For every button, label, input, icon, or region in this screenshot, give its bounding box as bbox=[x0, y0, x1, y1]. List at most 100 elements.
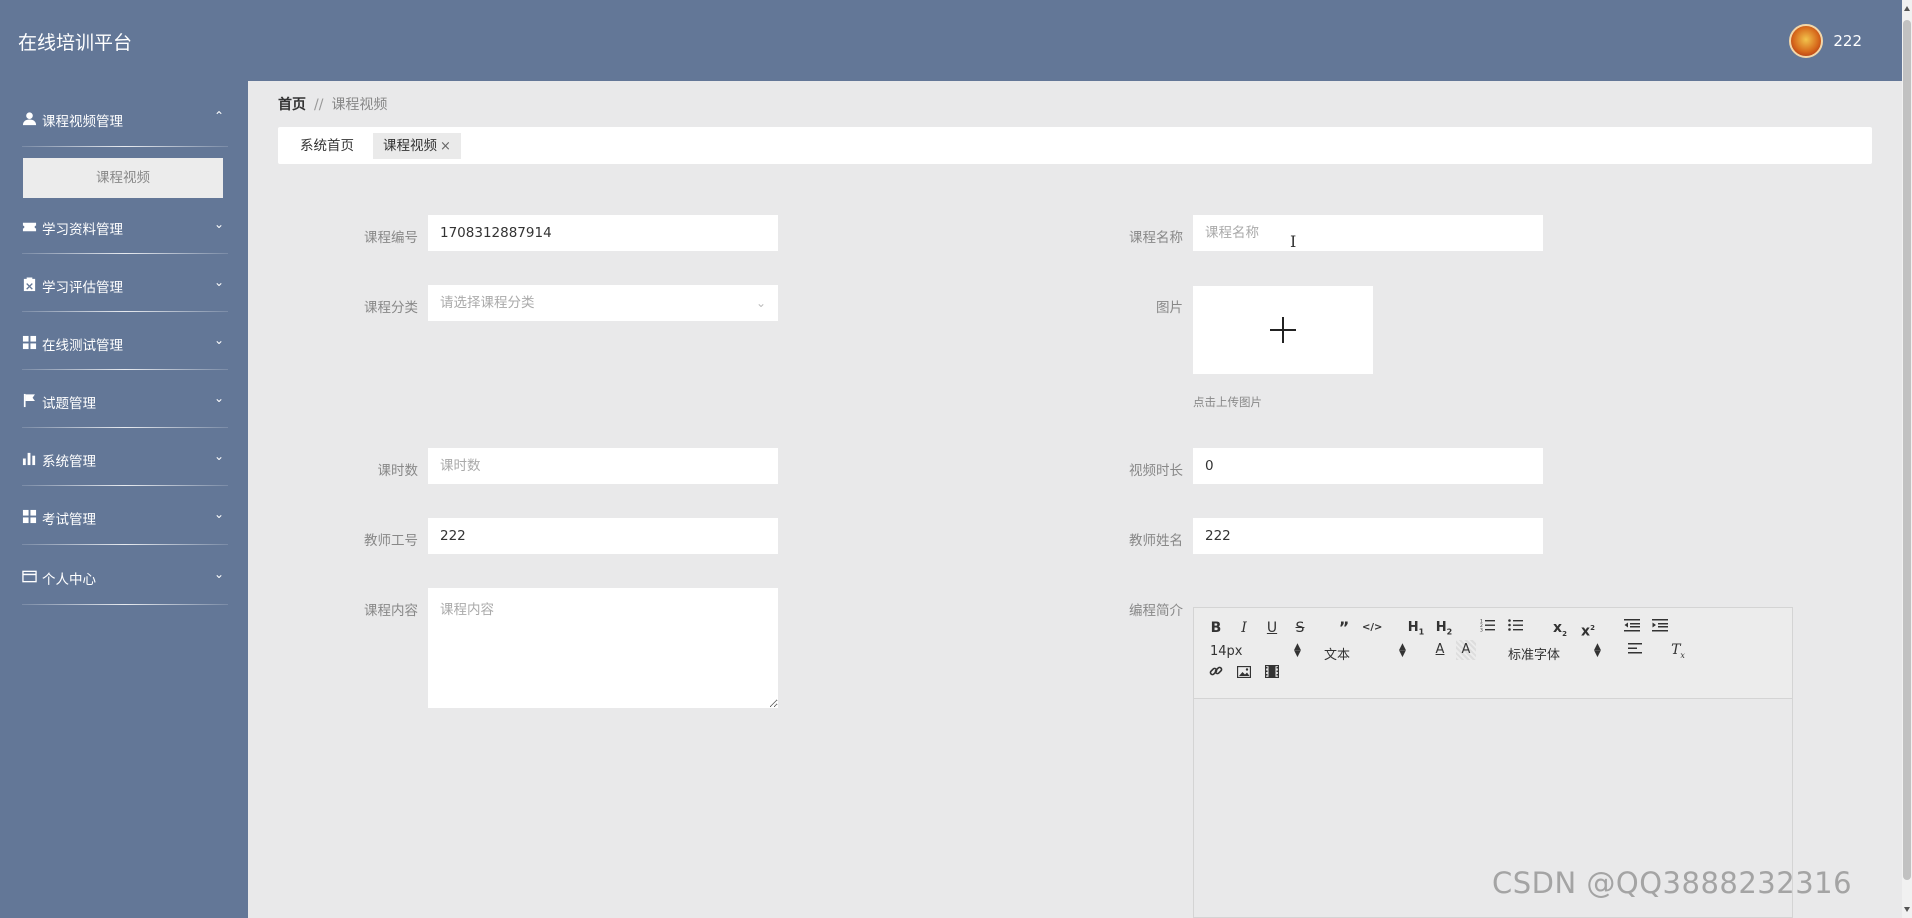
svg-text:3: 3 bbox=[1480, 628, 1483, 633]
course-name-input[interactable] bbox=[1193, 215, 1543, 251]
sidebar-item-label: 课程视频管理 bbox=[42, 114, 123, 130]
chevron-down-icon: ⌄ bbox=[214, 449, 225, 463]
category-label: 课程分类 bbox=[364, 300, 418, 316]
indent-icon[interactable] bbox=[1650, 618, 1670, 638]
menu-divider bbox=[22, 544, 228, 545]
menu-divider bbox=[22, 253, 228, 254]
teacher-id-input[interactable] bbox=[428, 518, 778, 554]
user-name[interactable]: 222 bbox=[1833, 32, 1862, 50]
bullet-list-icon[interactable] bbox=[1506, 618, 1526, 638]
video-length-label: 视频时长 bbox=[1129, 463, 1183, 479]
user-menu[interactable]: 222 bbox=[1789, 24, 1862, 58]
content-label: 课程内容 bbox=[364, 603, 418, 619]
sidebar-item-online-test[interactable]: 在线测试管理 ⌄ bbox=[0, 321, 248, 365]
sort-arrows-icon: ▲ ▼ bbox=[1594, 642, 1601, 659]
tabs-bar: 系统首页 课程视频 × bbox=[278, 127, 1872, 164]
code-block-icon[interactable]: </> bbox=[1362, 618, 1382, 638]
tab-course-video[interactable]: 课程视频 × bbox=[373, 133, 461, 159]
submenu-item-course-video[interactable]: 课程视频 bbox=[23, 158, 223, 198]
menu-divider bbox=[22, 604, 228, 605]
outdent-icon[interactable] bbox=[1622, 618, 1642, 638]
strikethrough-icon[interactable]: S bbox=[1290, 618, 1310, 638]
scroll-up-arrow-icon[interactable] bbox=[1904, 6, 1910, 11]
lessons-label: 课时数 bbox=[377, 463, 419, 479]
image-label: 图片 bbox=[1156, 300, 1183, 316]
tab-system-home[interactable]: 系统首页 bbox=[290, 133, 364, 159]
breadcrumb: 首页 // 课程视频 bbox=[278, 94, 387, 114]
ordered-list-icon[interactable]: 123 bbox=[1478, 618, 1498, 638]
user-icon bbox=[22, 112, 37, 126]
chevron-down-icon: ⌄ bbox=[214, 217, 225, 231]
sidebar-item-course-video[interactable]: 课程视频管理 ⌃ bbox=[0, 97, 248, 141]
chevron-down-icon: ⌄ bbox=[214, 333, 225, 347]
heading-2-icon[interactable]: H2 bbox=[1434, 618, 1454, 638]
clipboard-icon bbox=[23, 277, 36, 292]
sidebar-item-study-materials[interactable]: 学习资料管理 ⌄ bbox=[0, 205, 248, 249]
sidebar-item-label: 试题管理 bbox=[42, 396, 96, 412]
plus-icon-vertical bbox=[1282, 317, 1284, 343]
chevron-down-icon: ⌄ bbox=[214, 391, 225, 405]
clear-format-icon[interactable]: Tx bbox=[1668, 640, 1688, 660]
menu-divider bbox=[22, 369, 228, 370]
bold-icon[interactable]: B bbox=[1206, 618, 1226, 638]
content-textarea[interactable] bbox=[428, 588, 778, 708]
sidebar-item-label: 考试管理 bbox=[42, 512, 96, 528]
intro-label: 编程简介 bbox=[1129, 603, 1183, 619]
block-format-select[interactable]: 文本 bbox=[1324, 644, 1350, 663]
tab-label: 课程视频 bbox=[383, 138, 437, 154]
page-scrollbar[interactable] bbox=[1902, 0, 1912, 918]
font-family-select[interactable]: 标准字体 bbox=[1508, 644, 1560, 663]
subscript-icon[interactable]: x2 bbox=[1550, 618, 1570, 638]
blockquote-icon[interactable]: ” bbox=[1334, 618, 1354, 638]
menu-divider bbox=[22, 485, 228, 486]
course-no-input[interactable] bbox=[428, 215, 778, 251]
menu-divider bbox=[22, 427, 228, 428]
close-icon[interactable]: × bbox=[440, 139, 451, 154]
font-color-icon[interactable]: A bbox=[1430, 640, 1450, 660]
breadcrumb-home[interactable]: 首页 bbox=[278, 97, 306, 113]
grid-icon bbox=[22, 509, 37, 524]
underline-icon[interactable]: U bbox=[1262, 618, 1282, 638]
heading-1-icon[interactable]: H1 bbox=[1406, 618, 1426, 638]
align-left-icon[interactable] bbox=[1626, 641, 1646, 661]
chevron-down-icon: ⌄ bbox=[214, 275, 225, 289]
video-length-input[interactable] bbox=[1193, 448, 1543, 484]
sidebar-item-system[interactable]: 系统管理 ⌄ bbox=[0, 437, 248, 481]
scroll-thumb[interactable] bbox=[1903, 20, 1911, 880]
text-cursor-icon: I bbox=[1290, 232, 1297, 251]
sidebar-item-label: 学习资料管理 bbox=[42, 222, 123, 238]
tab-label: 系统首页 bbox=[300, 138, 354, 154]
course-name-label: 课程名称 bbox=[1129, 230, 1183, 246]
image-upload-button[interactable] bbox=[1193, 286, 1373, 374]
sidebar-item-label: 在线测试管理 bbox=[42, 338, 123, 354]
app-title: 在线培训平台 bbox=[18, 32, 133, 54]
teacher-id-label: 教师工号 bbox=[364, 533, 418, 549]
link-icon[interactable] bbox=[1206, 664, 1226, 684]
chevron-down-icon: ⌄ bbox=[214, 567, 225, 581]
scroll-down-arrow-icon[interactable] bbox=[1904, 907, 1910, 912]
breadcrumb-separator: // bbox=[314, 97, 324, 113]
sidebar-item-label: 学习评估管理 bbox=[42, 280, 123, 296]
font-size-select[interactable]: 14px bbox=[1210, 644, 1243, 659]
sidebar-item-questions[interactable]: 试题管理 ⌄ bbox=[0, 379, 248, 423]
sidebar-item-study-evaluation[interactable]: 学习评估管理 ⌄ bbox=[0, 263, 248, 307]
image-icon[interactable] bbox=[1234, 664, 1254, 684]
sidebar-item-label: 系统管理 bbox=[42, 454, 96, 470]
italic-icon[interactable]: I bbox=[1234, 618, 1254, 638]
grid-icon bbox=[22, 335, 37, 350]
background-color-icon[interactable]: A bbox=[1456, 640, 1476, 660]
sidebar-item-profile[interactable]: 个人中心 ⌄ bbox=[0, 555, 248, 599]
sidebar: 课程视频管理 ⌃ 课程视频 学习资料管理 ⌄ 学习评估管理 ⌄ 在线测试管理 ⌄… bbox=[0, 81, 248, 918]
teacher-name-input[interactable] bbox=[1193, 518, 1543, 554]
sidebar-item-exam[interactable]: 考试管理 ⌄ bbox=[0, 495, 248, 539]
watermark: CSDN @QQ3888232316 bbox=[1492, 866, 1853, 900]
video-icon[interactable] bbox=[1262, 664, 1282, 684]
superscript-icon[interactable]: x2 bbox=[1578, 618, 1598, 640]
sort-arrows-icon: ▲ ▼ bbox=[1294, 642, 1301, 659]
menu-divider bbox=[22, 146, 228, 147]
sidebar-item-label: 个人中心 bbox=[42, 572, 96, 588]
lessons-input[interactable] bbox=[428, 448, 778, 484]
category-select[interactable]: 请选择课程分类 ⌄ bbox=[428, 285, 778, 321]
avatar[interactable] bbox=[1789, 24, 1824, 58]
chevron-up-icon: ⌃ bbox=[214, 109, 225, 123]
